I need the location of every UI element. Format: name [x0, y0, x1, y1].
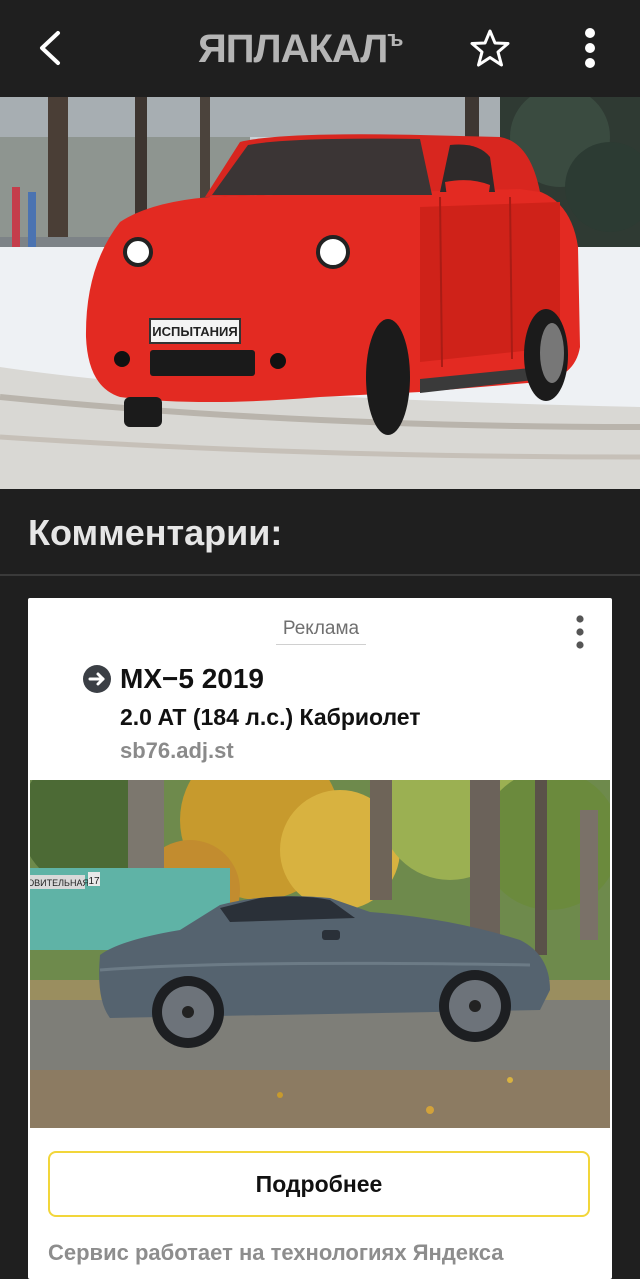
- post-image[interactable]: ИСПЫТАНИЯ: [0, 97, 640, 489]
- red-car-photo: ИСПЫТАНИЯ: [0, 97, 640, 489]
- comments-title: Комментарии:: [28, 512, 283, 553]
- ad-label: Реклама: [276, 616, 366, 645]
- street-sign-text: ЮВИТЕЛЬНАЯ: [30, 878, 89, 888]
- more-vertical-icon: [576, 615, 584, 649]
- ad-title[interactable]: MX−5 2019: [120, 661, 264, 697]
- star-outline-icon: [470, 29, 510, 67]
- details-button[interactable]: Подробнее: [48, 1151, 590, 1217]
- more-menu-button[interactable]: [572, 24, 608, 72]
- ad-card[interactable]: Реклама MX−5 2019 2.0 AT (184 л.с.) Кабр…: [28, 598, 612, 1279]
- logo-suffix: ъ: [387, 26, 403, 51]
- ad-menu-button[interactable]: [568, 612, 592, 652]
- ad-image[interactable]: ЮВИТЕЛЬНАЯ 17: [30, 780, 610, 1128]
- favorite-button[interactable]: [466, 24, 514, 72]
- ad-domain[interactable]: sb76.adj.st: [120, 736, 234, 766]
- blue-convertible-photo: ЮВИТЕЛЬНАЯ 17: [30, 780, 610, 1128]
- back-button[interactable]: [28, 24, 72, 72]
- more-vertical-icon: [585, 28, 595, 68]
- ad-subtitle: 2.0 AT (184 л.с.) Кабриолет: [120, 704, 421, 730]
- plate-text: ИСПЫТАНИЯ: [152, 324, 237, 339]
- arrow-right-circle-icon: [83, 665, 111, 693]
- site-logo[interactable]: ЯПЛАКАЛ ъ: [198, 26, 442, 72]
- chevron-left-icon: [40, 31, 60, 65]
- section-divider: [0, 574, 640, 576]
- ad-footer-text: Сервис работает на технологиях Яндекса: [48, 1240, 504, 1265]
- logo-text: ЯПЛАКАЛ: [198, 27, 388, 71]
- house-number: 17: [88, 876, 100, 887]
- app-bar: ЯПЛАКАЛ ъ: [0, 0, 640, 97]
